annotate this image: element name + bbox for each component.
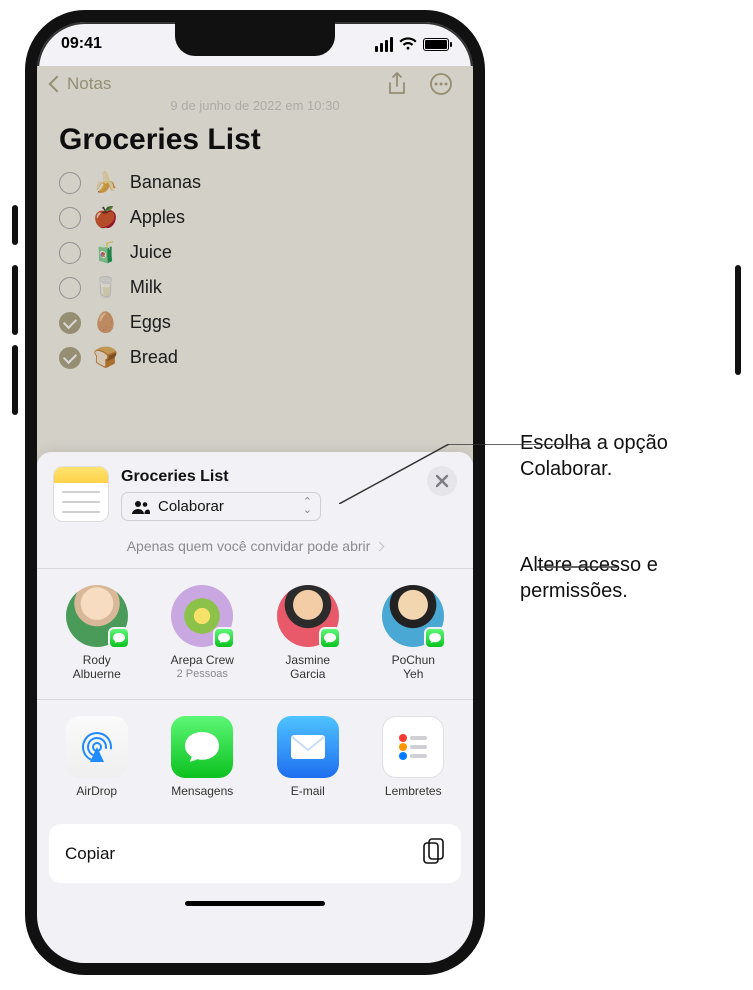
item-emoji: 🧃 xyxy=(93,240,118,265)
item-label: Bananas xyxy=(130,172,201,193)
share-icon[interactable] xyxy=(387,72,407,96)
status-time: 09:41 xyxy=(61,35,102,53)
collaborate-label: Colaborar xyxy=(158,498,224,515)
airdrop-icon xyxy=(66,716,128,778)
messages-badge-icon xyxy=(108,627,130,649)
share-contact[interactable]: Jasmine Garcia xyxy=(258,585,358,681)
people-icon xyxy=(132,500,150,514)
contact-subtitle: 2 Pessoas xyxy=(153,667,253,681)
item-emoji: 🥛 xyxy=(93,275,118,300)
reminders-icon xyxy=(382,716,444,778)
cellular-icon xyxy=(375,37,393,52)
callout-permissions: Altere acesso e permissões. xyxy=(520,552,753,604)
note-thumbnail-icon xyxy=(53,466,109,522)
share-app-mail[interactable]: E-mail xyxy=(258,716,358,798)
callout-collaborate: Escolha a opção Colaborar. xyxy=(520,430,753,482)
battery-icon xyxy=(423,38,449,51)
contact-name: Jasmine xyxy=(258,653,358,667)
checkbox-icon[interactable] xyxy=(59,277,81,299)
item-label: Milk xyxy=(130,277,162,298)
app-label: Mensagens xyxy=(153,784,253,798)
chevron-left-icon xyxy=(49,76,66,93)
check-item[interactable]: 🍞 Bread xyxy=(59,340,451,375)
callout-line xyxy=(339,444,589,504)
contact-name: Albuerne xyxy=(47,667,147,681)
checklist: 🍌 Bananas 🍎 Apples 🧃 Juice 🥛 Milk 🥚 Eggs 🍞 Bre… xyxy=(37,165,473,375)
permissions-row[interactable]: Apenas quem você convidar pode abrir xyxy=(37,528,473,569)
item-emoji: 🍎 xyxy=(93,205,118,230)
contact-name: PoChun xyxy=(364,653,464,667)
callout-line xyxy=(537,566,617,568)
chevron-right-icon xyxy=(375,541,385,551)
item-label: Eggs xyxy=(130,312,171,333)
check-item[interactable]: 🍌 Bananas xyxy=(59,165,451,200)
contact-name: Arepa Crew xyxy=(153,653,253,667)
item-emoji: 🍌 xyxy=(93,170,118,195)
app-label: E-mail xyxy=(258,784,358,798)
check-item[interactable]: 🥚 Eggs xyxy=(59,305,451,340)
copy-action[interactable]: Copiar xyxy=(49,824,461,883)
check-item[interactable]: 🍎 Apples xyxy=(59,200,451,235)
check-item[interactable]: 🥛 Milk xyxy=(59,270,451,305)
note-date: 9 de junho de 2022 em 10:30 xyxy=(37,98,473,113)
note-title: Groceries List xyxy=(37,113,473,165)
checkbox-checked-icon[interactable] xyxy=(59,347,81,369)
item-label: Juice xyxy=(130,242,172,263)
messages-badge-icon xyxy=(424,627,446,649)
checkbox-checked-icon[interactable] xyxy=(59,312,81,334)
app-label: Lembretes xyxy=(364,784,464,798)
home-indicator[interactable] xyxy=(185,901,325,906)
avatar xyxy=(277,585,339,647)
contact-name: Yeh xyxy=(364,667,464,681)
checkbox-icon[interactable] xyxy=(59,172,81,194)
permissions-text: Apenas quem você convidar pode abrir xyxy=(127,538,371,554)
copy-icon xyxy=(423,838,445,869)
share-sheet: Groceries List Colaborar ⌃⌄ Apenas quem … xyxy=(37,452,473,963)
item-label: Apples xyxy=(130,207,185,228)
chevron-updown-icon: ⌃⌄ xyxy=(303,498,312,514)
share-app-airdrop[interactable]: AirDrop xyxy=(47,716,147,798)
share-app-reminders[interactable]: Lembretes xyxy=(364,716,464,798)
apps-row: AirDrop Mensagens E-mail Lembretes xyxy=(37,700,473,816)
avatar xyxy=(382,585,444,647)
collaborate-selector[interactable]: Colaborar ⌃⌄ xyxy=(121,492,321,521)
messages-badge-icon xyxy=(213,627,235,649)
back-label: Notas xyxy=(67,74,111,94)
wifi-icon xyxy=(399,37,417,51)
share-contact[interactable]: Arepa Crew 2 Pessoas xyxy=(153,585,253,681)
item-label: Bread xyxy=(130,347,178,368)
messages-badge-icon xyxy=(319,627,341,649)
notes-screen-dimmed: Notas 9 de junho de 2022 em 10:30 Grocer… xyxy=(37,66,473,496)
messages-icon xyxy=(171,716,233,778)
check-item[interactable]: 🧃 Juice xyxy=(59,235,451,270)
contact-name: Garcia xyxy=(258,667,358,681)
item-emoji: 🍞 xyxy=(93,345,118,370)
copy-label: Copiar xyxy=(65,844,115,864)
contact-name: Rody xyxy=(47,653,147,667)
avatar xyxy=(66,585,128,647)
mail-icon xyxy=(277,716,339,778)
contacts-row: Rody Albuerne Arepa Crew 2 Pessoas Jasmi… xyxy=(37,569,473,700)
checkbox-icon[interactable] xyxy=(59,242,81,264)
share-contact[interactable]: Rody Albuerne xyxy=(47,585,147,681)
checkbox-icon[interactable] xyxy=(59,207,81,229)
app-label: AirDrop xyxy=(47,784,147,798)
share-contact[interactable]: PoChun Yeh xyxy=(364,585,464,681)
share-app-messages[interactable]: Mensagens xyxy=(153,716,253,798)
avatar xyxy=(171,585,233,647)
back-button[interactable]: Notas xyxy=(51,74,111,94)
notch xyxy=(175,22,335,56)
more-icon[interactable] xyxy=(429,72,453,96)
item-emoji: 🥚 xyxy=(93,310,118,335)
